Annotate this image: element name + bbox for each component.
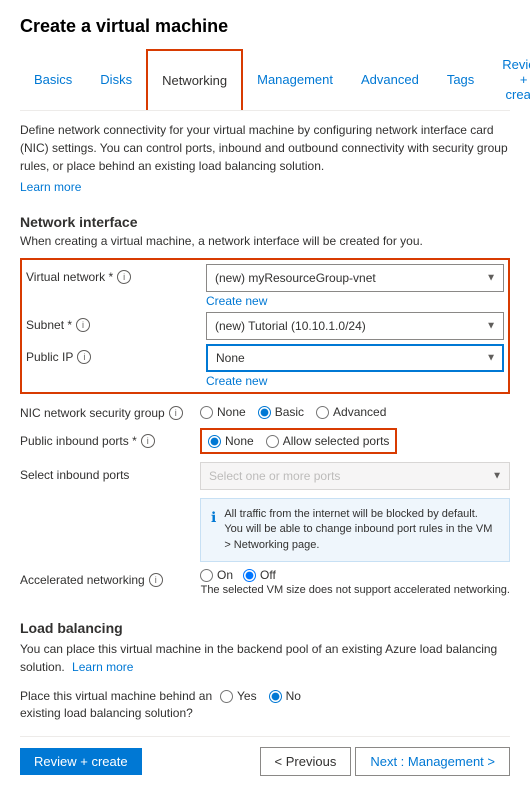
load-balancing-no-option[interactable]: No xyxy=(269,689,301,703)
virtual-network-info-icon[interactable]: i xyxy=(117,270,131,284)
tab-networking[interactable]: Networking xyxy=(146,49,243,110)
subnet-info-icon[interactable]: i xyxy=(76,318,90,332)
load-balancing-learn-more[interactable]: Learn more xyxy=(72,660,133,674)
inbound-info-text: All traffic from the internet will be bl… xyxy=(224,507,499,553)
review-create-button[interactable]: Review + create xyxy=(20,748,142,775)
public-ip-label: Public IP xyxy=(26,350,73,364)
load-balancing-desc: You can place this virtual machine in th… xyxy=(20,640,510,676)
tab-management[interactable]: Management xyxy=(243,49,347,110)
load-balancing-yes-option[interactable]: Yes xyxy=(220,689,257,703)
public-ip-info-icon[interactable]: i xyxy=(77,350,91,364)
next-button[interactable]: Next : Management > xyxy=(355,747,510,776)
select-inbound-ports-label: Select inbound ports xyxy=(20,468,129,482)
public-inbound-ports-label: Public inbound ports * xyxy=(20,434,137,448)
page-title: Create a virtual machine xyxy=(20,16,510,37)
load-balancing-title: Load balancing xyxy=(20,620,510,636)
accelerated-networking-on-option[interactable]: On xyxy=(200,568,233,582)
nic-security-basic-option[interactable]: Basic xyxy=(258,405,304,419)
tab-basics[interactable]: Basics xyxy=(20,49,86,110)
footer-nav: < Previous Next : Management > xyxy=(260,747,510,776)
virtual-network-select[interactable]: (new) myResourceGroup-vnet xyxy=(206,264,504,292)
accelerated-networking-off-option[interactable]: Off xyxy=(243,568,276,582)
public-ip-create-new[interactable]: Create new xyxy=(206,374,267,388)
subnet-select[interactable]: (new) Tutorial (10.10.1.0/24) xyxy=(206,312,504,340)
inbound-allow-option[interactable]: Allow selected ports xyxy=(266,434,390,448)
tab-bar: Basics Disks Networking Management Advan… xyxy=(20,49,510,111)
public-ip-select[interactable]: None xyxy=(206,344,504,372)
tab-advanced[interactable]: Advanced xyxy=(347,49,433,110)
page-description: Define network connectivity for your vir… xyxy=(20,121,510,175)
tab-tags[interactable]: Tags xyxy=(433,49,488,110)
inbound-info-box: ℹ All traffic from the internet will be … xyxy=(200,498,510,562)
tab-disks[interactable]: Disks xyxy=(86,49,146,110)
virtual-network-create-new[interactable]: Create new xyxy=(206,294,267,308)
accelerated-networking-label: Accelerated networking xyxy=(20,573,145,587)
tab-review-create[interactable]: Review + create xyxy=(488,49,530,110)
accelerated-networking-info-icon[interactable]: i xyxy=(149,573,163,587)
nic-security-none-option[interactable]: None xyxy=(200,405,246,419)
load-balancing-field-label: Place this virtual machine behind an exi… xyxy=(20,688,220,722)
learn-more-link[interactable]: Learn more xyxy=(20,180,81,194)
info-circle-icon: ℹ xyxy=(211,508,216,528)
nic-security-group-info-icon[interactable]: i xyxy=(169,406,183,420)
network-interface-title: Network interface xyxy=(20,214,510,230)
previous-button[interactable]: < Previous xyxy=(260,747,352,776)
public-inbound-ports-info-icon[interactable]: i xyxy=(141,434,155,448)
subnet-label: Subnet * xyxy=(26,318,72,332)
select-inbound-ports-select[interactable]: Select one or more ports xyxy=(200,462,510,490)
network-interface-desc: When creating a virtual machine, a netwo… xyxy=(20,234,510,248)
nic-security-group-label: NIC network security group xyxy=(20,406,165,420)
footer: Review + create < Previous Next : Manage… xyxy=(20,736,510,776)
nic-security-advanced-option[interactable]: Advanced xyxy=(316,405,386,419)
inbound-none-option[interactable]: None xyxy=(208,434,254,448)
accelerated-networking-note: The selected VM size does not support ac… xyxy=(200,584,510,596)
virtual-network-label: Virtual network * xyxy=(26,270,113,284)
